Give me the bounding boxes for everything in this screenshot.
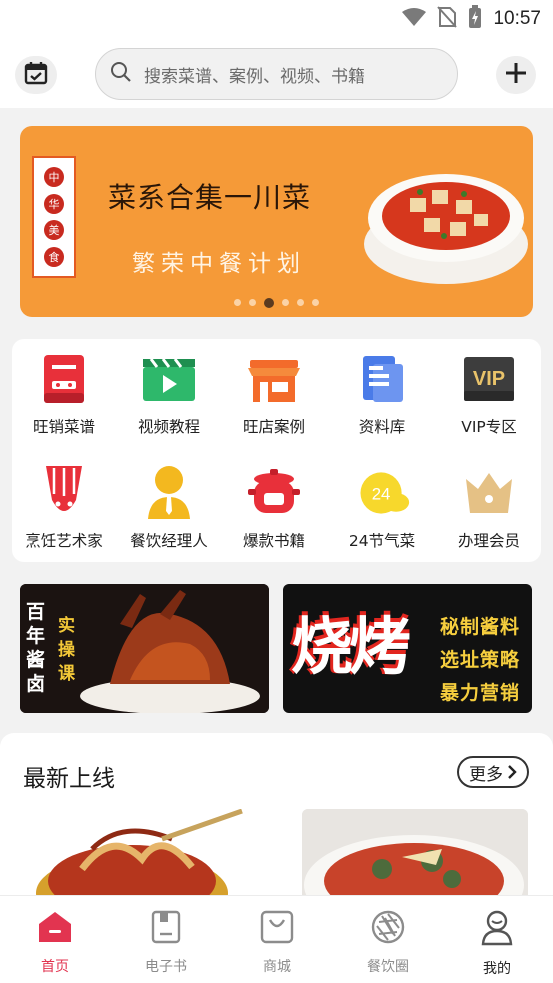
section-title: 最新上线 bbox=[23, 766, 115, 792]
promo-left-vertical-tag: 实操课 bbox=[58, 616, 75, 684]
promo-right-line: 选址策略 bbox=[440, 649, 521, 671]
user-icon bbox=[480, 910, 514, 950]
seal-char: 食 bbox=[44, 246, 64, 267]
tab-ebook[interactable]: 电子书 bbox=[126, 910, 206, 976]
feature-bestseller-recipes[interactable]: 旺销菜谱 bbox=[11, 351, 117, 437]
wifi-icon bbox=[401, 7, 427, 31]
tab-label: 我的 bbox=[483, 961, 511, 977]
feature-label: 视频教程 bbox=[137, 418, 200, 436]
carousel-dots bbox=[20, 298, 533, 308]
tab-dining-circle[interactable]: 餐饮圈 bbox=[348, 910, 428, 976]
feature-label: 24节气菜 bbox=[348, 532, 416, 550]
feature-label: 资料库 bbox=[358, 418, 406, 436]
solar-terms-badge-text: 24 bbox=[372, 485, 391, 504]
tab-label: 首页 bbox=[41, 959, 69, 975]
crown-icon bbox=[460, 465, 518, 521]
home-icon bbox=[37, 910, 73, 948]
solar-terms-cloud-icon: 24 bbox=[353, 465, 411, 521]
document-library-icon bbox=[353, 351, 411, 407]
feature-grid: 旺销菜谱 视频教程 旺店案例 资料库 VIP VIP专区 烹饪艺术家 餐饮经理人… bbox=[12, 339, 541, 562]
banner-subtitle: 繁荣中餐计划 bbox=[132, 251, 306, 277]
feature-label: 爆款书籍 bbox=[242, 532, 305, 550]
carousel-dot[interactable] bbox=[249, 299, 256, 306]
feature-24-solar-terms[interactable]: 24 24节气菜 bbox=[329, 465, 435, 551]
carousel-dot[interactable] bbox=[234, 299, 241, 306]
tab-label: 电子书 bbox=[145, 959, 187, 975]
chevron-right-icon bbox=[507, 764, 517, 780]
calendar-check-icon bbox=[24, 61, 48, 89]
cooking-pot-icon bbox=[245, 465, 303, 521]
feature-resource-library[interactable]: 资料库 bbox=[329, 351, 435, 437]
more-button[interactable]: 更多 bbox=[457, 756, 529, 788]
feature-vip-zone[interactable]: VIP VIP专区 bbox=[436, 351, 542, 437]
status-time: 10:57 bbox=[493, 8, 541, 29]
feature-label: 旺店案例 bbox=[242, 418, 305, 436]
video-clapper-icon bbox=[140, 351, 198, 407]
latest-item-thumbnail[interactable] bbox=[302, 809, 528, 895]
ebook-icon bbox=[151, 910, 181, 948]
carousel-dot-active[interactable] bbox=[264, 298, 274, 308]
top-bar: 搜索菜谱、案例、视频、书籍 bbox=[0, 38, 553, 108]
seal-char: 华 bbox=[44, 193, 64, 214]
tab-mine[interactable]: 我的 bbox=[457, 910, 537, 978]
chef-hat-icon bbox=[35, 465, 93, 521]
storefront-icon bbox=[245, 351, 303, 407]
stew-dish-image bbox=[302, 809, 528, 895]
feature-cooking-artist[interactable]: 烹饪艺术家 bbox=[11, 465, 117, 551]
carousel-dot[interactable] bbox=[297, 299, 304, 306]
promo-right-list: 秘制酱料 选址策略 暴力营销 bbox=[440, 612, 520, 705]
tab-label: 商城 bbox=[263, 959, 291, 975]
feature-label: 办理会员 bbox=[457, 532, 520, 550]
bottom-tab-bar: 首页 电子书 商城 餐饮圈 我的 bbox=[0, 895, 553, 983]
vip-badge-icon: VIP bbox=[460, 351, 518, 407]
battery-charging-icon bbox=[467, 5, 483, 33]
banner-title: 菜系合集一川菜 bbox=[108, 181, 312, 214]
feature-label: 旺销菜谱 bbox=[32, 418, 95, 436]
plus-icon bbox=[505, 61, 527, 89]
feature-catering-manager[interactable]: 餐饮经理人 bbox=[116, 465, 222, 551]
banner-carousel[interactable]: 中 华 美 食 菜系合集一川菜 繁荣中餐计划 bbox=[20, 126, 533, 317]
tab-mall[interactable]: 商城 bbox=[237, 910, 317, 976]
more-label: 更多 bbox=[469, 764, 503, 785]
search-input[interactable]: 搜索菜谱、案例、视频、书籍 bbox=[95, 48, 458, 100]
banner-dish-image bbox=[364, 174, 528, 284]
feature-label: 餐饮经理人 bbox=[130, 532, 208, 550]
feature-store-cases[interactable]: 旺店案例 bbox=[221, 351, 327, 437]
noodle-dish-image bbox=[36, 809, 243, 895]
promo-bbq-course[interactable]: 烧烤 秘制酱料 选址策略 暴力营销 bbox=[283, 584, 532, 713]
latest-item-thumbnail[interactable] bbox=[22, 809, 254, 895]
carousel-dot[interactable] bbox=[312, 299, 319, 306]
no-sim-icon bbox=[437, 6, 458, 32]
manager-person-icon bbox=[140, 465, 198, 521]
feature-label: VIP专区 bbox=[461, 418, 517, 436]
promo-braised-course[interactable]: 百年酱卤 实操课 bbox=[20, 584, 269, 713]
tab-label: 餐饮圈 bbox=[367, 959, 409, 975]
shopping-bag-icon bbox=[260, 910, 294, 948]
vip-badge-text: VIP bbox=[473, 368, 505, 390]
promo-left-vertical-title: 百年酱卤 bbox=[26, 601, 46, 695]
add-button[interactable] bbox=[496, 56, 536, 94]
seal-stamp: 中 华 美 食 bbox=[32, 156, 76, 278]
status-bar: 10:57 bbox=[0, 0, 553, 38]
promo-right-line: 暴力营销 bbox=[440, 682, 521, 704]
search-icon bbox=[110, 61, 132, 87]
promo-right-line: 秘制酱料 bbox=[440, 616, 521, 638]
aperture-icon bbox=[371, 910, 405, 948]
feature-label: 烹饪艺术家 bbox=[25, 532, 103, 550]
seal-char: 美 bbox=[44, 220, 64, 241]
promo-right-big-text: 烧烤 bbox=[291, 610, 411, 683]
search-placeholder: 搜索菜谱、案例、视频、书籍 bbox=[144, 66, 365, 87]
seal-char: 中 bbox=[44, 167, 64, 188]
calendar-check-button[interactable] bbox=[15, 56, 57, 94]
tab-home[interactable]: 首页 bbox=[15, 910, 95, 976]
carousel-dot[interactable] bbox=[282, 299, 289, 306]
red-book-icon bbox=[35, 351, 93, 407]
feature-membership[interactable]: 办理会员 bbox=[436, 465, 542, 551]
feature-video-tutorials[interactable]: 视频教程 bbox=[116, 351, 222, 437]
feature-hot-books[interactable]: 爆款书籍 bbox=[221, 465, 327, 551]
